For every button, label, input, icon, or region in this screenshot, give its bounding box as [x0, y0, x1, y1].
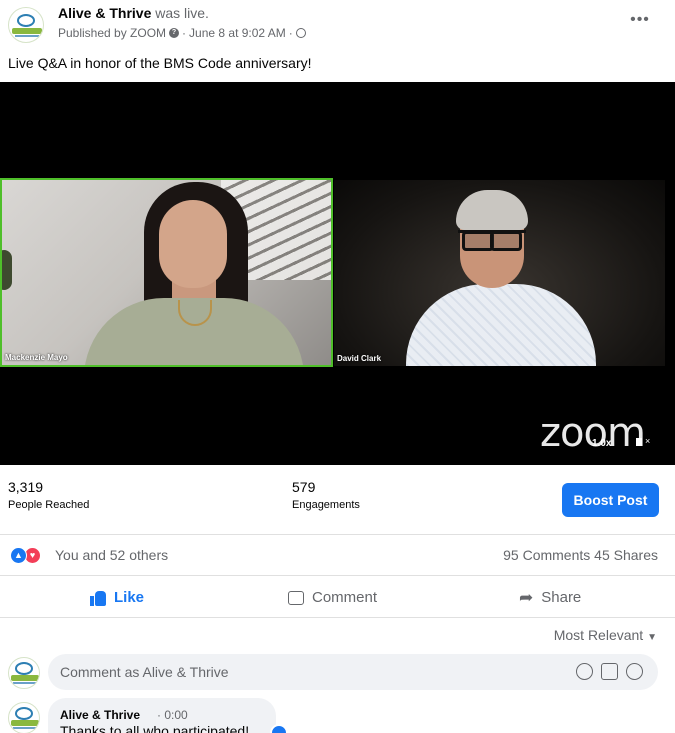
page-name-line: Alive & Thrive was live. — [58, 5, 209, 21]
post-actions: Like Comment ➦ Share — [0, 577, 675, 618]
camera-icon[interactable] — [601, 663, 618, 680]
emoji-icon[interactable] — [576, 663, 593, 680]
playback-speed-button[interactable]: 1.0x — [592, 438, 611, 449]
reactions-bar: ▲ ♥ You and 52 others 95 Comments 45 Sha… — [0, 536, 675, 576]
comment-composer — [0, 654, 675, 692]
page-name-link[interactable]: Alive & Thrive — [58, 5, 151, 21]
reactions-summary[interactable]: You and 52 others — [55, 547, 168, 563]
sticker-icon[interactable] — [626, 663, 643, 680]
comments-count-link[interactable]: 95 Comments — [503, 547, 590, 563]
like-reaction-icon[interactable]: ▲ — [10, 547, 27, 564]
comment-author[interactable]: Alive & Thrive — [60, 708, 140, 722]
reach-value: 3,319 — [8, 479, 44, 495]
engagements-label: Engagements — [292, 499, 360, 511]
sort-label: Most Relevant — [553, 627, 644, 643]
comment-text: Thanks to all who participated! — [60, 723, 250, 733]
thumbs-up-icon — [90, 590, 106, 606]
post-header: Alive & Thrive was live. Published by ZO… — [0, 0, 675, 50]
comment-bubble: Alive & Thrive · 0:00 Thanks to all who … — [48, 698, 276, 733]
engagements-value: 579 — [292, 479, 316, 495]
comment-like-badge-icon — [270, 724, 288, 733]
more-options-button[interactable]: ••• — [626, 10, 654, 32]
comment-author-avatar[interactable] — [8, 702, 40, 733]
comment-sort-dropdown[interactable]: Most Relevant ▼ — [554, 627, 657, 643]
share-button[interactable]: ➦ Share — [519, 577, 581, 618]
page-avatar[interactable] — [8, 7, 44, 43]
share-arrow-icon: ➦ — [519, 587, 534, 607]
glasses — [458, 230, 526, 251]
post-insights: 3,319 People Reached 579 Engagements Boo… — [0, 465, 675, 535]
comment-button[interactable]: Comment — [288, 577, 377, 618]
info-icon[interactable]: ? — [169, 28, 180, 38]
participant-name-right: David Clark — [337, 354, 382, 363]
share-label: Share — [541, 589, 582, 606]
plant-background — [2, 250, 12, 290]
comment-bubble-icon — [288, 590, 304, 605]
participant-right-figure — [406, 284, 596, 366]
participant-name-left: Mackenzie Mayo — [5, 353, 68, 362]
was-live-text: was live. — [155, 5, 209, 21]
caret-down-icon: ▼ — [647, 632, 657, 643]
comment-label: Comment — [312, 589, 378, 606]
zoom-logo: zoom — [540, 410, 646, 456]
globe-icon — [295, 28, 306, 38]
like-label: Like — [114, 589, 145, 606]
post-meta: Published by ZOOM ? · June 8 at 9:02 AM … — [58, 26, 306, 40]
reach-label: People Reached — [8, 499, 90, 511]
video-tile-right: David Clark — [334, 180, 665, 366]
post-date-link[interactable]: June 8 at 9:02 AM — [189, 26, 286, 40]
video-tile-left: Mackenzie Mayo — [0, 178, 333, 367]
published-by-text: Published by ZOOM — [58, 26, 167, 40]
counts: 95 Comments 45 Shares — [503, 547, 658, 563]
post-caption: Live Q&A in honor of the BMS Code annive… — [8, 55, 312, 71]
comment-input[interactable] — [48, 654, 658, 690]
commenter-avatar — [8, 657, 40, 689]
comment-item: Alive & Thrive · 0:00 Thanks to all who … — [0, 698, 675, 733]
mute-icon[interactable]: × — [634, 434, 652, 450]
shares-count-link[interactable]: 45 Shares — [594, 547, 658, 563]
like-button[interactable]: Like — [90, 577, 144, 618]
live-video-player[interactable]: Mackenzie Mayo David Clark zoom 1.0x × — [0, 82, 675, 465]
comment-time[interactable]: · 0:00 — [157, 708, 188, 722]
boost-post-button[interactable]: Boost Post — [562, 483, 659, 517]
